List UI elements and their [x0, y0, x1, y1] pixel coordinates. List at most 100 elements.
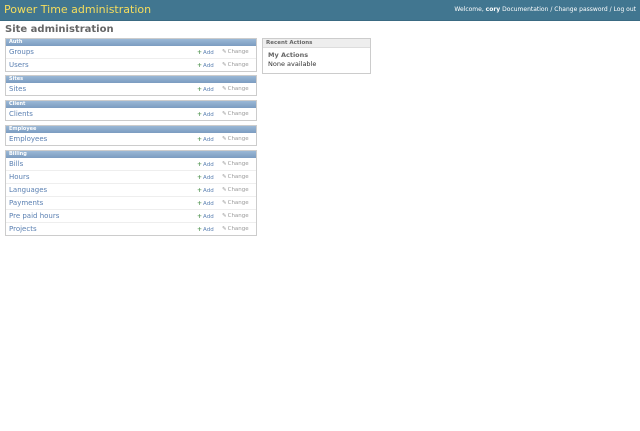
change-label: Change [227, 136, 249, 142]
module-caption[interactable]: Employee [6, 126, 256, 133]
model-row-employees: Employees +Add ✎Change [6, 133, 256, 145]
change-link[interactable]: ✎Change [222, 111, 249, 118]
change-label: Change [227, 187, 249, 193]
add-link[interactable]: +Add [197, 111, 214, 119]
add-link[interactable]: +Add [197, 187, 214, 195]
recent-actions-title: Recent Actions [263, 39, 370, 48]
module-caption[interactable]: Sites [6, 76, 256, 83]
model-link-clients[interactable]: Clients [9, 110, 33, 118]
username: cory [485, 6, 501, 13]
add-label: Add [203, 137, 214, 143]
pencil-icon: ✎ [222, 49, 227, 55]
plus-icon: + [197, 226, 203, 233]
module-auth: Auth Groups +Add ✎Change Users +Add ✎Cha… [5, 38, 257, 72]
add-label: Add [203, 227, 214, 233]
model-row-bills: Bills +Add ✎Change [6, 158, 256, 171]
model-row-users: Users +Add ✎Change [6, 59, 256, 71]
model-link-users[interactable]: Users [9, 61, 29, 69]
model-row-projects: Projects +Add ✎Change [6, 223, 256, 235]
pencil-icon: ✎ [222, 174, 227, 180]
change-link[interactable]: ✎Change [222, 213, 249, 220]
change-link[interactable]: ✎Change [222, 136, 249, 143]
user-tools: Welcome, cory Documentation / Change pas… [454, 6, 636, 14]
header-bar: Power Time administration Welcome, cory … [0, 0, 640, 21]
model-link-pre-paid-hours[interactable]: Pre paid hours [9, 212, 59, 220]
model-row-pre-paid-hours: Pre paid hours +Add ✎Change [6, 210, 256, 223]
change-link[interactable]: ✎Change [222, 49, 249, 56]
model-link-hours[interactable]: Hours [9, 173, 30, 181]
add-label: Add [203, 63, 214, 69]
documentation-link[interactable]: Documentation [502, 6, 548, 13]
plus-icon: + [197, 213, 203, 220]
change-link[interactable]: ✎Change [222, 174, 249, 181]
add-link[interactable]: +Add [197, 49, 214, 57]
change-label: Change [227, 49, 249, 55]
add-link[interactable]: +Add [197, 136, 214, 144]
model-row-payments: Payments +Add ✎Change [6, 197, 256, 210]
log-out-link[interactable]: Log out [614, 6, 636, 13]
model-link-payments[interactable]: Payments [9, 199, 43, 207]
model-link-projects[interactable]: Projects [9, 225, 37, 233]
module-caption[interactable]: Auth [6, 39, 256, 46]
model-row-languages: Languages +Add ✎Change [6, 184, 256, 197]
my-actions-heading: My Actions [268, 51, 309, 59]
welcome-text: Welcome, [454, 6, 484, 13]
recent-actions-panel: Recent Actions My Actions None available [262, 38, 371, 74]
add-label: Add [203, 50, 214, 56]
add-label: Add [203, 201, 214, 207]
change-label: Change [227, 62, 249, 68]
add-label: Add [203, 188, 214, 194]
add-link[interactable]: +Add [197, 213, 214, 221]
model-row-hours: Hours +Add ✎Change [6, 171, 256, 184]
module-billing: Billing Bills +Add ✎Change Hours +Add ✎C… [5, 150, 257, 236]
plus-icon: + [197, 62, 203, 69]
separator: / [550, 6, 553, 13]
pencil-icon: ✎ [222, 111, 227, 117]
add-link[interactable]: +Add [197, 86, 214, 94]
change-link[interactable]: ✎Change [222, 187, 249, 194]
change-link[interactable]: ✎Change [222, 226, 249, 233]
page-title: Site administration [5, 24, 114, 35]
change-password-link[interactable]: Change password [554, 6, 607, 13]
module-employee: Employee Employees +Add ✎Change [5, 125, 257, 146]
site-branding[interactable]: Power Time administration [4, 3, 151, 17]
no-actions-text: None available [268, 60, 317, 68]
add-link[interactable]: +Add [197, 226, 214, 234]
pencil-icon: ✎ [222, 187, 227, 193]
plus-icon: + [197, 200, 203, 207]
change-label: Change [227, 200, 249, 206]
plus-icon: + [197, 187, 203, 194]
model-link-languages[interactable]: Languages [9, 186, 47, 194]
add-label: Add [203, 175, 214, 181]
module-caption[interactable]: Billing [6, 151, 256, 158]
change-label: Change [227, 111, 249, 117]
change-label: Change [227, 161, 249, 167]
change-link[interactable]: ✎Change [222, 62, 249, 69]
model-link-groups[interactable]: Groups [9, 48, 34, 56]
add-link[interactable]: +Add [197, 62, 214, 70]
change-label: Change [227, 226, 249, 232]
add-link[interactable]: +Add [197, 200, 214, 208]
separator: / [609, 6, 612, 13]
plus-icon: + [197, 161, 203, 168]
change-link[interactable]: ✎Change [222, 161, 249, 168]
plus-icon: + [197, 174, 203, 181]
add-link[interactable]: +Add [197, 174, 214, 182]
add-label: Add [203, 87, 214, 93]
change-link[interactable]: ✎Change [222, 200, 249, 207]
module-client: Client Clients +Add ✎Change [5, 100, 257, 121]
model-link-employees[interactable]: Employees [9, 135, 47, 143]
plus-icon: + [197, 86, 203, 93]
add-link[interactable]: +Add [197, 161, 214, 169]
change-link[interactable]: ✎Change [222, 86, 249, 93]
module-caption[interactable]: Client [6, 101, 256, 108]
model-link-sites[interactable]: Sites [9, 85, 26, 93]
add-label: Add [203, 162, 214, 168]
model-link-bills[interactable]: Bills [9, 160, 23, 168]
pencil-icon: ✎ [222, 226, 227, 232]
model-row-groups: Groups +Add ✎Change [6, 46, 256, 59]
plus-icon: + [197, 111, 203, 118]
change-label: Change [227, 213, 249, 219]
pencil-icon: ✎ [222, 213, 227, 219]
plus-icon: + [197, 136, 203, 143]
